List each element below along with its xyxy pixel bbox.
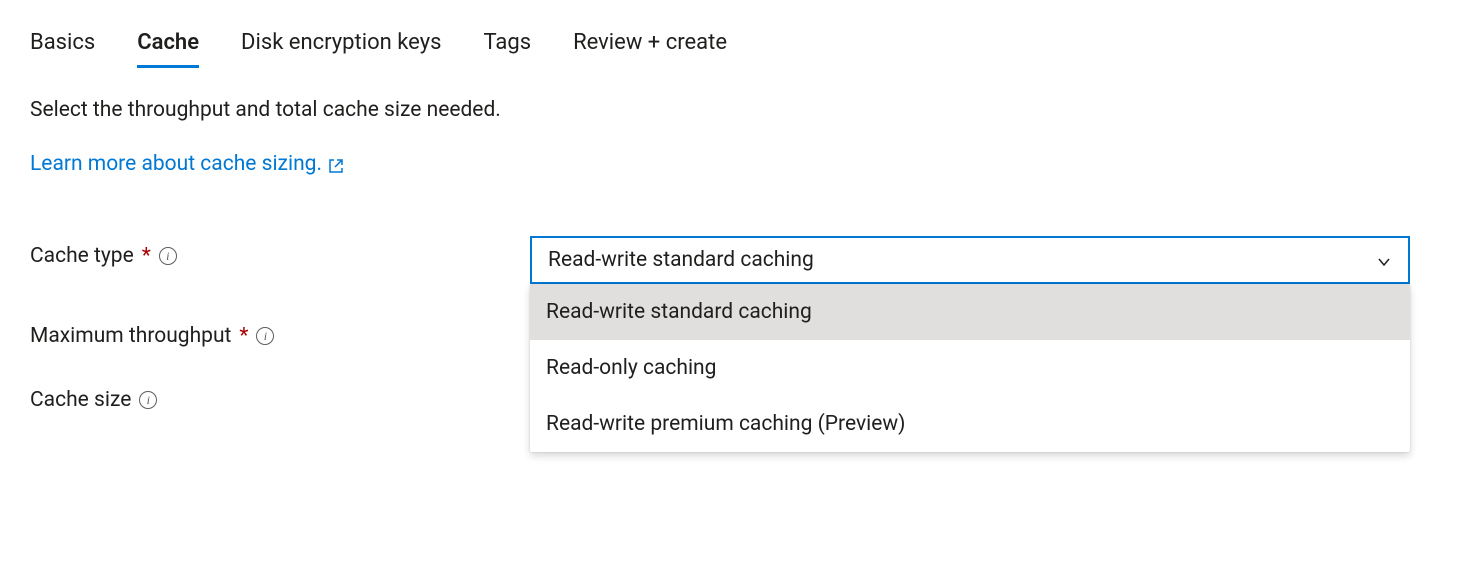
learn-more-text: Learn more about cache sizing. bbox=[30, 152, 322, 176]
cache-type-selected-value: Read-write standard caching bbox=[548, 248, 814, 272]
chevron-down-icon bbox=[1376, 252, 1392, 268]
tab-disk-encryption-keys[interactable]: Disk encryption keys bbox=[241, 30, 441, 68]
dropdown-option-read-write-standard[interactable]: Read-write standard caching bbox=[530, 284, 1410, 340]
dropdown-option-read-write-premium[interactable]: Read-write premium caching (Preview) bbox=[530, 396, 1410, 452]
learn-more-link[interactable]: Learn more about cache sizing. bbox=[30, 152, 344, 176]
required-indicator: * bbox=[142, 244, 151, 268]
tab-tags[interactable]: Tags bbox=[483, 30, 531, 68]
tab-cache[interactable]: Cache bbox=[137, 30, 199, 68]
dropdown-option-read-only[interactable]: Read-only caching bbox=[530, 340, 1410, 396]
tabs-container: Basics Cache Disk encryption keys Tags R… bbox=[30, 30, 1445, 68]
cache-type-label-text: Cache type bbox=[30, 244, 134, 268]
cache-type-label: Cache type * i bbox=[30, 236, 530, 268]
external-link-icon bbox=[328, 156, 344, 172]
info-icon[interactable]: i bbox=[159, 247, 177, 265]
cache-type-select[interactable]: Read-write standard caching bbox=[530, 236, 1410, 284]
max-throughput-label-text: Maximum throughput bbox=[30, 324, 231, 348]
info-icon[interactable]: i bbox=[256, 327, 274, 345]
cache-size-label-text: Cache size bbox=[30, 388, 131, 412]
description-text: Select the throughput and total cache si… bbox=[30, 98, 1445, 122]
cache-type-select-container: Read-write standard caching Read-write s… bbox=[530, 236, 1410, 284]
max-throughput-label: Maximum throughput * i bbox=[30, 316, 530, 348]
required-indicator: * bbox=[239, 324, 248, 348]
tab-basics[interactable]: Basics bbox=[30, 30, 95, 68]
form-row-cache-type: Cache type * i Read-write standard cachi… bbox=[30, 236, 1445, 284]
info-icon[interactable]: i bbox=[139, 391, 157, 409]
tab-review-create[interactable]: Review + create bbox=[573, 30, 727, 68]
cache-size-label: Cache size i bbox=[30, 380, 530, 412]
cache-type-dropdown: Read-write standard caching Read-only ca… bbox=[530, 284, 1410, 452]
